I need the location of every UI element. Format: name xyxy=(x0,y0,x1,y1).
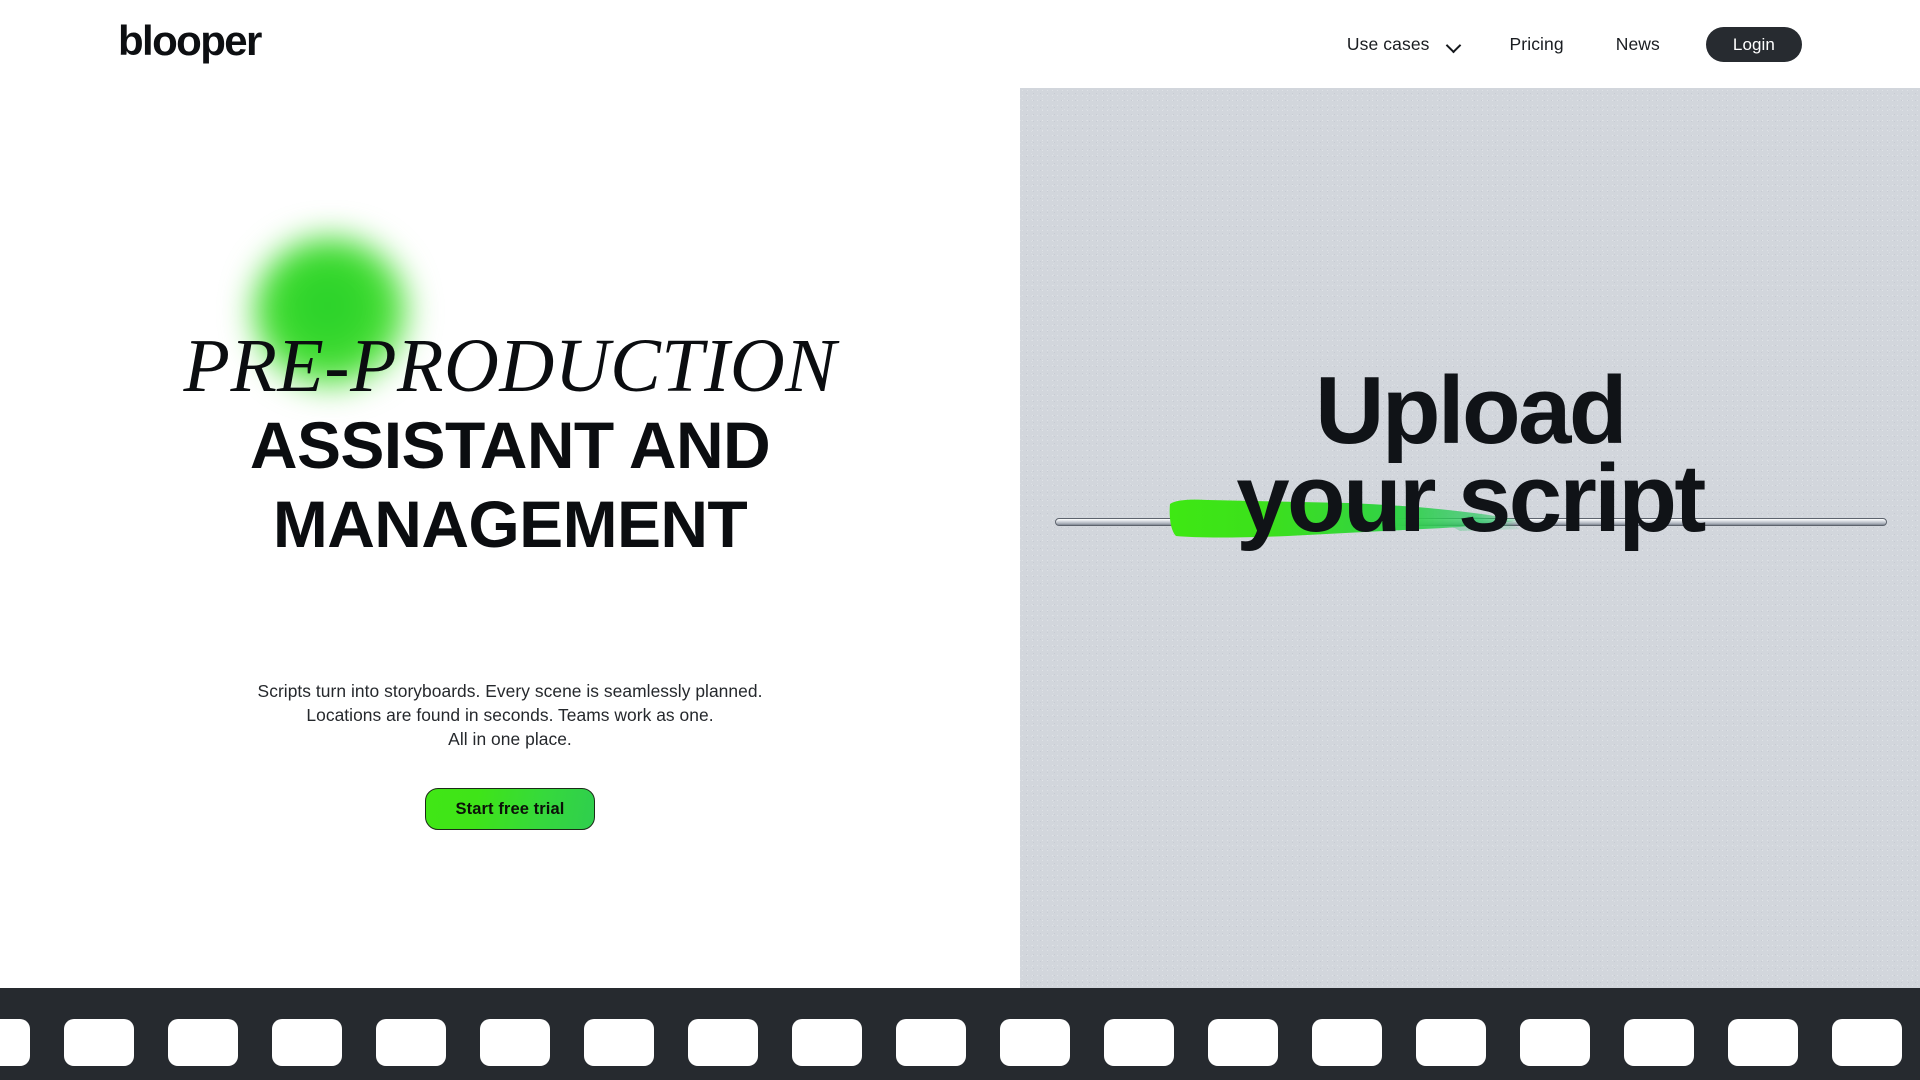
hero-right-panel: Upload your script xyxy=(1020,88,1920,988)
film-strip-hole xyxy=(1104,1019,1174,1066)
hero-subtitle-line-1: Scripts turn into storyboards. Every sce… xyxy=(257,681,763,701)
film-strip-holes xyxy=(0,1019,1902,1066)
film-strip-hole xyxy=(0,1019,30,1066)
hero-cta-wrap: Start free trial xyxy=(0,788,1020,830)
film-strip-hole xyxy=(480,1019,550,1066)
landing-page: blooper Use cases Pricing News Login PRE… xyxy=(0,0,1920,1080)
nav-item-use-cases-label: Use cases xyxy=(1346,33,1430,54)
hero-headline-line-2: MANAGEMENT xyxy=(272,487,748,561)
film-strip-decoration xyxy=(0,988,1920,1080)
brand-logo[interactable]: blooper xyxy=(118,17,262,64)
film-strip-hole xyxy=(896,1019,966,1066)
nav-item-news-label: News xyxy=(1615,33,1660,54)
film-strip-hole xyxy=(64,1019,134,1066)
nav-item-pricing[interactable]: Pricing xyxy=(1510,26,1564,63)
film-strip-hole xyxy=(1312,1019,1382,1066)
panel-title-line-2: your script xyxy=(1236,445,1706,552)
hero-headline-sans: ASSISTANT AND MANAGEMENT xyxy=(0,406,1020,564)
hero-subtitle-line-2: Locations are found in seconds. Teams wo… xyxy=(306,705,714,726)
film-strip-hole xyxy=(1520,1019,1590,1066)
panel-title-line-1: Upload xyxy=(1315,357,1627,464)
panel-title: Upload your script xyxy=(1020,357,1920,552)
film-strip-hole xyxy=(168,1019,238,1066)
film-strip-hole xyxy=(688,1019,758,1066)
nav-item-pricing-label: Pricing xyxy=(1509,33,1564,54)
brand-logo-text: blooper xyxy=(118,17,262,64)
chevron-down-icon[interactable] xyxy=(1447,40,1461,49)
nav-item-use-cases[interactable]: Use cases xyxy=(1347,26,1461,63)
film-strip-hole xyxy=(1728,1019,1798,1066)
film-strip-hole xyxy=(1832,1019,1902,1066)
hero-headline-serif: PRE-PRODUCTION xyxy=(183,324,837,408)
start-free-trial-button[interactable]: Start free trial xyxy=(424,788,596,830)
film-strip-hole xyxy=(1208,1019,1278,1066)
main-navigation: Use cases Pricing News Login xyxy=(1347,0,1802,88)
hero-headline-line-1: ASSISTANT AND xyxy=(249,408,771,482)
hero-left-section: PRE-PRODUCTION ASSISTANT AND MANAGEMENT … xyxy=(0,88,1020,988)
film-strip-hole xyxy=(1416,1019,1486,1066)
film-strip-hole xyxy=(584,1019,654,1066)
film-strip-hole xyxy=(1624,1019,1694,1066)
film-strip-hole xyxy=(272,1019,342,1066)
film-strip-hole xyxy=(376,1019,446,1066)
hero-subtitle: Scripts turn into storyboards. Every sce… xyxy=(0,679,1020,752)
nav-item-news[interactable]: News xyxy=(1616,26,1660,63)
hero-subtitle-line-3: All in one place. xyxy=(448,729,572,750)
site-header: blooper Use cases Pricing News Login xyxy=(0,0,1920,88)
film-strip-hole xyxy=(792,1019,862,1066)
film-strip-hole xyxy=(1000,1019,1070,1066)
login-button[interactable]: Login xyxy=(1705,26,1802,62)
